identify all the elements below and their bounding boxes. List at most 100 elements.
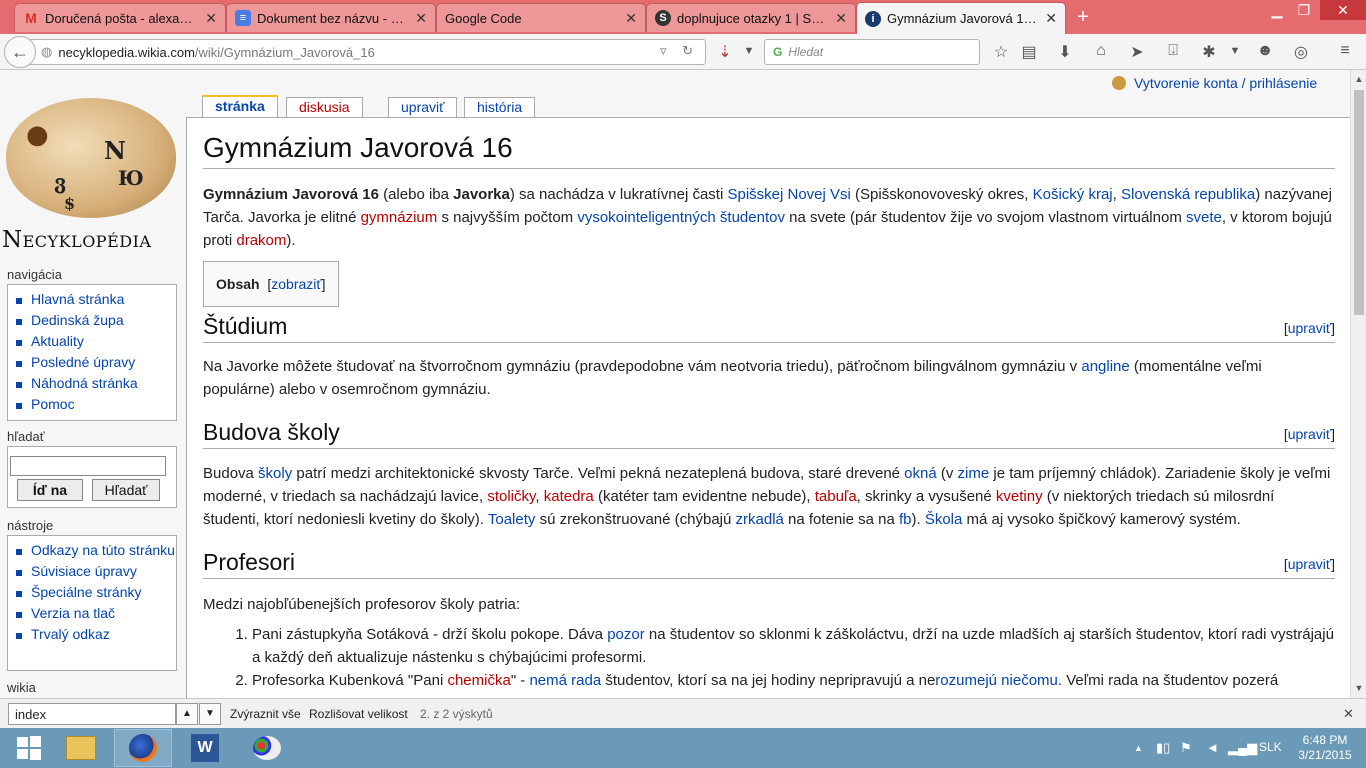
- sidebar-item-print-version[interactable]: Verzia na tlač: [16, 603, 176, 624]
- sidebar-item-special-pages[interactable]: Špeciálne stránky: [16, 582, 176, 603]
- browser-tab-google-code[interactable]: Google Code ✕: [436, 3, 646, 32]
- link-spisska-nova-ves[interactable]: Spišskej Novej Vsi: [727, 186, 850, 203]
- language-indicator[interactable]: SLK: [1259, 740, 1282, 754]
- tab-close-icon[interactable]: ✕: [205, 10, 217, 27]
- reload-icon[interactable]: ▿ ↻: [660, 43, 699, 59]
- back-button[interactable]: ←: [4, 36, 36, 68]
- reading-list-icon[interactable]: ▤: [1018, 42, 1040, 62]
- link-vysokointeligentnych-studentov[interactable]: vysokointeligentných študentov: [577, 209, 785, 226]
- addon-icon[interactable]: ◎: [1290, 42, 1312, 62]
- minimize-button[interactable]: ▁: [1263, 2, 1291, 19]
- edit-section-link[interactable]: upraviť: [1288, 556, 1331, 572]
- link-kvetiny[interactable]: kvetiny: [996, 488, 1043, 505]
- new-tab-button[interactable]: +: [1073, 6, 1093, 29]
- link-angline[interactable]: angline: [1081, 358, 1129, 375]
- link-stolicky[interactable]: stoličky: [487, 488, 535, 505]
- browser-tab-gmail[interactable]: M Doručená pošta - alexande... ✕: [14, 3, 226, 32]
- link-fb[interactable]: fb: [899, 511, 912, 528]
- link-gymnazium[interactable]: gymnázium: [361, 209, 438, 226]
- browser-tab-docs[interactable]: ≡ Dokument bez názvu - Dok... ✕: [226, 3, 436, 32]
- sidebar-item-related-changes[interactable]: Súvisiace úpravy: [16, 561, 176, 582]
- search-input[interactable]: G Hledat: [764, 39, 980, 65]
- tab-close-icon[interactable]: ✕: [1045, 10, 1057, 27]
- toc-toggle-link[interactable]: zobraziť: [271, 276, 321, 292]
- tab-close-icon[interactable]: ✕: [835, 10, 847, 27]
- find-previous-button[interactable]: ▲: [176, 703, 198, 725]
- sidebar-item-county[interactable]: Dedinská župa: [16, 310, 176, 331]
- paint-icon[interactable]: [238, 729, 296, 767]
- edit-section-link[interactable]: upraviť: [1288, 320, 1331, 336]
- sidebar-item-news[interactable]: Aktuality: [16, 331, 176, 352]
- vertical-scrollbar[interactable]: ▲ ▼: [1350, 70, 1366, 698]
- close-window-button[interactable]: ✕: [1320, 0, 1366, 20]
- maximize-button[interactable]: ❐: [1290, 2, 1318, 19]
- download-helper-icon[interactable]: ⇣: [714, 42, 736, 62]
- chevron-down-icon[interactable]: ▼: [1224, 45, 1246, 57]
- volume-icon[interactable]: ◄: [1206, 740, 1219, 755]
- link-nema-rada[interactable]: nemá rada: [529, 672, 601, 689]
- url-bar[interactable]: ◍ necyklopedia.wikia.com/wiki/Gymnázium_…: [30, 39, 706, 65]
- tab-close-icon[interactable]: ✕: [625, 10, 637, 27]
- firefox-icon[interactable]: [114, 729, 172, 767]
- link-zrkadla[interactable]: zrkadlá: [736, 511, 784, 528]
- sidebar-item-random-page[interactable]: Náhodná stránka: [16, 373, 176, 394]
- sidebar-item-main-page[interactable]: Hlavná stránka: [16, 289, 176, 310]
- link-skoly[interactable]: školy: [258, 465, 292, 482]
- file-explorer-icon[interactable]: [52, 729, 110, 767]
- send-icon[interactable]: ➤: [1126, 42, 1148, 62]
- menu-icon[interactable]: ≡: [1334, 42, 1356, 60]
- tab-close-icon[interactable]: ✕: [415, 10, 427, 27]
- bookmark-star-icon[interactable]: ☆: [990, 42, 1012, 62]
- extension-icon[interactable]: ✱: [1198, 42, 1220, 62]
- show-hidden-icons[interactable]: ▲: [1134, 743, 1143, 753]
- link-toalety[interactable]: Toalety: [488, 511, 536, 528]
- link-pozor[interactable]: pozor: [607, 626, 645, 643]
- close-icon[interactable]: ✕: [1343, 706, 1354, 722]
- link-niecomu[interactable]: niečomu: [1001, 672, 1058, 689]
- sidebar-item-help[interactable]: Pomoc: [16, 394, 176, 415]
- match-case-option[interactable]: Rozlišovat velikost: [309, 707, 408, 721]
- browser-tab-scholar[interactable]: S doplnujuce otazky 1 | Scho... ✕: [646, 3, 856, 32]
- sidebar-item-what-links-here[interactable]: Odkazy na túto stránku: [16, 540, 176, 561]
- link-kosicky-kraj[interactable]: Košický kraj: [1033, 186, 1113, 203]
- chevron-down-icon[interactable]: ▼: [738, 45, 760, 57]
- sidebar-item-recent-changes[interactable]: Posledné úpravy: [16, 352, 176, 373]
- link-chemicka[interactable]: chemička: [447, 672, 510, 689]
- downloads-icon[interactable]: ⬇: [1054, 42, 1076, 62]
- link-katedra[interactable]: katedra: [544, 488, 594, 505]
- scroll-down-icon[interactable]: ▼: [1351, 683, 1366, 693]
- network-icon[interactable]: ▂▄▆: [1228, 740, 1257, 756]
- scrollbar-thumb[interactable]: [1354, 90, 1364, 315]
- tab-edit[interactable]: upraviť: [388, 97, 458, 117]
- scroll-up-icon[interactable]: ▲: [1351, 74, 1366, 84]
- link-svete[interactable]: svete: [1186, 209, 1222, 226]
- home-icon[interactable]: ⌂: [1090, 42, 1112, 60]
- browser-tab-current[interactable]: i Gymnázium Javorová 16 - ... ✕: [856, 2, 1066, 34]
- tab-page[interactable]: stránka: [202, 95, 278, 117]
- wiki-search-input[interactable]: [10, 456, 166, 476]
- system-clock[interactable]: 6:48 PM 3/21/2015: [1292, 733, 1358, 763]
- flag-icon[interactable]: ⚑: [1180, 740, 1192, 756]
- link-slovenska-republika[interactable]: Slovenská republika: [1121, 186, 1255, 203]
- site-logo[interactable]: N Ю ვ $ ● Necyklopédia: [0, 90, 184, 258]
- link-zime[interactable]: zime: [958, 465, 990, 482]
- find-next-button[interactable]: ▼: [199, 703, 221, 725]
- link-okna[interactable]: okná: [904, 465, 937, 482]
- link-drakom[interactable]: drakom: [236, 232, 286, 249]
- smiley-icon[interactable]: ☻: [1254, 42, 1276, 60]
- word-icon[interactable]: W: [176, 729, 234, 767]
- tab-discussion[interactable]: diskusia: [286, 97, 363, 117]
- power-icon[interactable]: ▮▯: [1156, 740, 1170, 756]
- edit-section-link[interactable]: upraviť: [1288, 426, 1331, 442]
- link-rozumeju[interactable]: rozumejú: [935, 672, 997, 689]
- highlight-all-option[interactable]: Zvýraznit vše: [230, 707, 301, 721]
- go-button[interactable]: Íď na: [17, 479, 83, 501]
- search-button[interactable]: Hľadať: [92, 479, 160, 501]
- start-button[interactable]: [0, 729, 58, 767]
- sidebar-item-permalink[interactable]: Trvalý odkaz: [16, 624, 176, 645]
- find-input[interactable]: index: [8, 703, 176, 725]
- link-tabula[interactable]: tabuľa: [815, 488, 857, 505]
- link-skola[interactable]: Škola: [925, 511, 963, 528]
- save-page-icon[interactable]: ⍗: [1162, 42, 1184, 60]
- login-link[interactable]: Vytvorenie konta / prihlásenie: [1112, 75, 1317, 91]
